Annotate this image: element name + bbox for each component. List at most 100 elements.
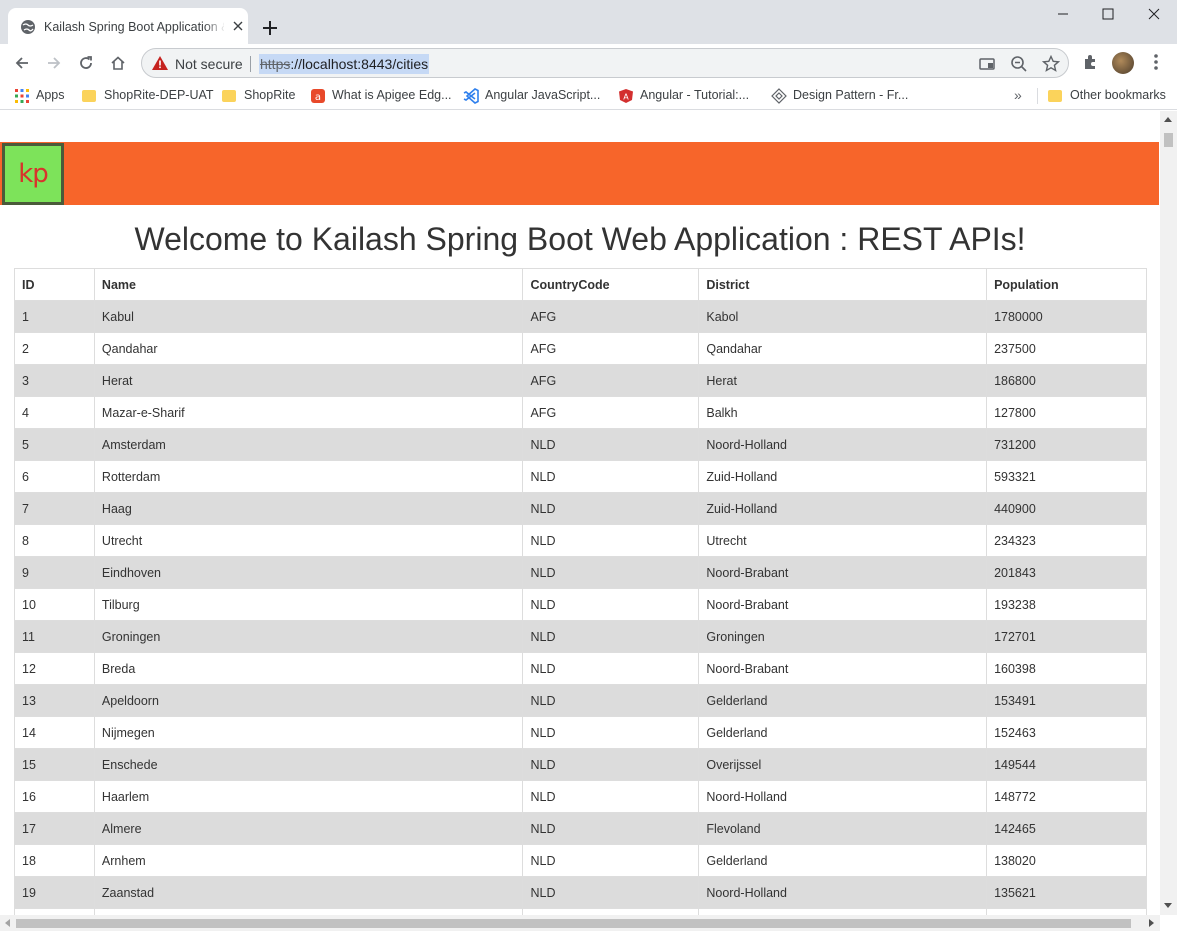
column-header-district: District [698, 268, 988, 301]
table-cell-population: 152463 [986, 716, 1147, 749]
scroll-right-arrow-icon[interactable] [1149, 919, 1154, 927]
bookmark-label: Design Pattern - Fr... [793, 88, 909, 102]
table-cell-population: 731200 [986, 428, 1147, 461]
vertical-scrollbar[interactable] [1160, 111, 1177, 915]
cast-icon[interactable] [978, 55, 996, 73]
bookmark-label: ShopRite-DEP-UAT [104, 88, 214, 102]
table-cell-name: Haarlem [93, 780, 524, 813]
home-button[interactable] [104, 49, 132, 77]
table-cell-district: Zuid-Holland [698, 492, 988, 525]
table-cell-countrycode: NLD [522, 844, 700, 877]
column-header-population: Population [986, 268, 1147, 301]
table-cell-countrycode: NLD [522, 492, 700, 525]
table-cell-population: 237500 [986, 332, 1147, 365]
table-cell-name: Enschede [93, 748, 524, 781]
table-cell-name: Amsterdam [93, 428, 524, 461]
extensions-icon[interactable] [1081, 52, 1101, 72]
table-header-row: ID Name CountryCode District Population [14, 268, 1147, 301]
table-cell-population: 138020 [986, 844, 1147, 877]
table-cell-name: Tilburg [93, 588, 524, 621]
table-cell-countrycode: NLD [522, 652, 700, 685]
table-cell-district: Zuid-Holland [698, 460, 988, 493]
table-cell-id: 10 [14, 588, 95, 621]
back-button[interactable] [8, 49, 36, 77]
table-cell-countrycode: NLD [522, 588, 700, 621]
table-cell-district: Gelderland [698, 844, 988, 877]
table-cell-countrycode: NLD [522, 748, 700, 781]
table-cell-id: 1 [14, 300, 95, 333]
bookmarks-bar: Apps ShopRite-DEP-UAT ShopRite a What is… [0, 82, 1177, 110]
scroll-up-arrow-icon[interactable] [1164, 117, 1172, 122]
svg-text:A: A [623, 93, 629, 102]
table-cell-population: 142465 [986, 812, 1147, 845]
bookmark-star-icon[interactable] [1042, 55, 1060, 73]
url-path: ://localhost:8443/cities [290, 56, 429, 72]
page-title: Welcome to Kailash Spring Boot Web Appli… [134, 221, 1026, 257]
close-tab-icon[interactable] [230, 18, 246, 34]
table-cell-district: Groningen [698, 620, 988, 653]
vertical-scroll-thumb[interactable] [1164, 133, 1173, 147]
table-cell-countrycode: NLD [522, 684, 700, 717]
table-cell-district: Noord-Holland [698, 780, 988, 813]
url-scheme: https [260, 56, 291, 72]
reload-button[interactable] [72, 49, 100, 77]
warning-icon [152, 56, 168, 70]
profile-avatar[interactable] [1112, 52, 1134, 74]
table-cell-id: 7 [14, 492, 95, 525]
design-pattern-icon [771, 88, 787, 104]
table-cell-countrycode: NLD [522, 876, 700, 909]
column-header-countrycode: CountryCode [522, 268, 700, 301]
table-cell-population: 193238 [986, 588, 1147, 621]
new-tab-button[interactable] [256, 14, 284, 42]
horizontal-scroll-thumb[interactable] [16, 919, 1131, 928]
menu-dots-icon[interactable] [1146, 52, 1166, 72]
table-body: 1 Kabul AFG Kabol 1780000 2 Qandahar AFG Qandaha… [14, 300, 1147, 915]
table-cell-id: 17 [14, 812, 95, 845]
table-cell-countrycode: NLD [522, 812, 700, 845]
table-cell-population: 593321 [986, 460, 1147, 493]
table-cell-name: Qandahar [93, 332, 524, 365]
table-cell-id: 16 [14, 780, 95, 813]
bookmark-label: ShopRite [244, 88, 296, 102]
table-cell-district: Noord-Holland [698, 428, 988, 461]
address-bar[interactable]: Not secure https://localhost:8443/cities [141, 48, 1069, 78]
reload-icon [80, 56, 92, 69]
horizontal-scrollbar[interactable] [0, 915, 1160, 931]
angular-icon: A [619, 89, 633, 103]
table-cell-district: Kabol [698, 300, 988, 333]
scroll-left-arrow-icon[interactable] [5, 919, 10, 927]
zoom-out-icon[interactable] [1010, 55, 1028, 73]
close-icon [1148, 8, 1160, 20]
table-cell-id: 8 [14, 524, 95, 557]
url-text[interactable]: https://localhost:8443/cities [259, 54, 430, 74]
table-cell-name: Herat [93, 364, 524, 397]
forward-button[interactable] [40, 49, 68, 77]
table-cell-id: 13 [14, 684, 95, 717]
table-cell-population: 127800 [986, 396, 1147, 429]
table-row: 5 Amsterdam NLD Noord-Holland 731200 [14, 428, 1147, 461]
table-cell-name: Groningen [93, 620, 524, 653]
table-cell-population: 172701 [986, 620, 1147, 653]
scroll-down-arrow-icon[interactable] [1164, 903, 1172, 908]
table-cell-id: 11 [14, 620, 95, 653]
minimize-button[interactable] [1040, 0, 1086, 28]
table-cell-countrycode: NLD [522, 780, 700, 813]
table-cell-id: 14 [14, 716, 95, 749]
table-cell-name: Utrecht [93, 524, 524, 557]
table-cell-population: 234323 [986, 524, 1147, 557]
bookmarks-overflow-button[interactable]: » [1014, 87, 1022, 103]
table-cell-countrycode: AFG [522, 332, 700, 365]
close-window-button[interactable] [1131, 0, 1177, 28]
table-cell-district: Noord-Brabant [698, 588, 988, 621]
column-header-id: ID [14, 268, 95, 301]
table-cell-population: 201843 [986, 556, 1147, 589]
table-cell-countrycode: NLD [522, 428, 700, 461]
browser-tab[interactable]: Kailash Spring Boot Application & [8, 8, 248, 44]
table-cell-id: 9 [14, 556, 95, 589]
table-cell-name: Kabul [93, 300, 524, 333]
minimize-icon [1058, 13, 1068, 15]
maximize-button[interactable] [1085, 0, 1131, 28]
folder-icon [82, 90, 96, 102]
apps-grid-icon [15, 89, 29, 103]
security-status[interactable]: Not secure [175, 56, 243, 72]
